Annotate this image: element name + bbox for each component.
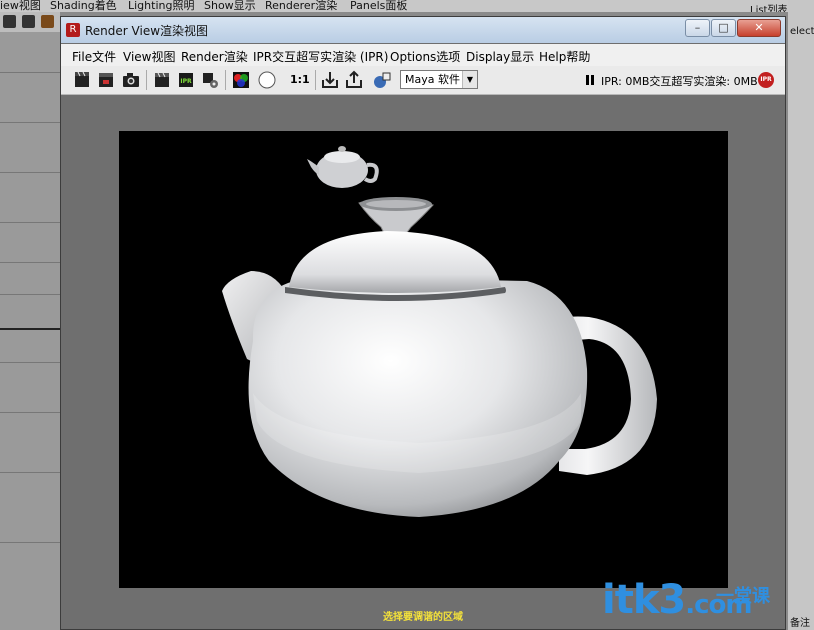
window-title: Render View渲染视图	[85, 24, 209, 38]
small-teapot	[307, 146, 379, 188]
render-viewport[interactable]: 选择要调谐的区域	[61, 95, 785, 629]
maximize-button[interactable]: □	[711, 19, 736, 37]
background-viewport	[0, 32, 60, 630]
menu-display[interactable]: Display显示	[466, 48, 534, 65]
menu-options[interactable]: Options选项	[390, 48, 460, 65]
close-button[interactable]: ✕	[737, 19, 781, 37]
redo-render-icon[interactable]	[72, 70, 92, 90]
pause-icon[interactable]	[586, 75, 594, 85]
display-render-icon[interactable]	[372, 70, 392, 90]
chevron-down-icon[interactable]: ▼	[462, 71, 477, 88]
bg-film-icon[interactable]	[22, 15, 35, 28]
rendered-image	[119, 131, 728, 588]
bg-brush-icon[interactable]	[41, 15, 54, 28]
bg-menu-show[interactable]: Show显示	[204, 0, 256, 12]
minimize-button[interactable]: –	[685, 19, 710, 37]
bg-note-label: 备注	[790, 618, 810, 629]
rgb-channel-icon[interactable]	[231, 70, 251, 90]
menu-help[interactable]: Help帮助	[539, 48, 590, 65]
ipr-memory-status: IPR: 0MB交互超写实渲染: 0MB	[601, 75, 758, 88]
alpha-channel-icon[interactable]	[257, 70, 277, 90]
watermark-text: itk3	[602, 577, 686, 623]
watermark-subtext: 一堂课	[716, 586, 770, 607]
renderer-select-value: Maya 软件	[405, 73, 460, 86]
menubar: File文件 View视图 Render渲染 IPR交互超写实渲染 (IPR) …	[61, 44, 785, 66]
maya-render-icon: R	[66, 23, 80, 37]
background-toolbar	[0, 12, 60, 32]
render-sequence-icon[interactable]	[152, 70, 172, 90]
bg-menu-renderer[interactable]: Renderer渲染	[265, 0, 337, 12]
ipr-refresh-icon[interactable]: IPR	[758, 72, 774, 88]
bg-list-menu[interactable]: List列表	[750, 1, 787, 12]
bg-menu-panels[interactable]: Panels面板	[350, 0, 407, 12]
teapot-lid	[289, 231, 501, 293]
real-size-button[interactable]: 1:1	[290, 73, 310, 86]
ipr-render-icon[interactable]: IPR	[176, 70, 196, 90]
menu-view[interactable]: View视图	[123, 48, 175, 65]
menu-render[interactable]: Render渲染	[181, 48, 248, 65]
render-settings-icon[interactable]	[200, 70, 220, 90]
teapot-body	[248, 277, 588, 517]
bg-menu-shading[interactable]: Shading着色	[50, 0, 117, 12]
renderer-select[interactable]: Maya 软件 ▼	[400, 70, 478, 89]
snapshot-camera-icon[interactable]	[121, 70, 141, 90]
ipr-icon-label: IPR	[180, 78, 192, 85]
render-toolbar: IPR 1:1 Maya 软件 ▼ IPR: 0MB交互超写实渲染: 0MB I…	[61, 66, 785, 95]
bg-menu-lighting[interactable]: Lighting照明	[128, 0, 194, 12]
bg-camera-icon[interactable]	[3, 15, 16, 28]
window-titlebar[interactable]: R Render View渲染视图 – □ ✕	[61, 17, 785, 43]
remove-image-icon[interactable]	[344, 70, 364, 90]
bg-menu-view[interactable]: iew视图	[0, 0, 41, 12]
render-region-icon[interactable]	[96, 70, 116, 90]
background-right-panel: electi 备注	[788, 0, 814, 630]
keep-image-icon[interactable]	[320, 70, 340, 90]
background-menubar: iew视图 Shading着色 Lighting照明 Show显示 Render…	[0, 0, 814, 12]
render-view-window: R Render View渲染视图 – □ ✕ File文件 View视图 Re…	[60, 16, 786, 630]
teapot-render	[222, 146, 657, 517]
menu-ipr[interactable]: IPR交互超写实渲染 (IPR)	[253, 48, 388, 65]
bg-selection-label: electi	[790, 26, 814, 37]
menu-file[interactable]: File文件	[72, 48, 116, 65]
